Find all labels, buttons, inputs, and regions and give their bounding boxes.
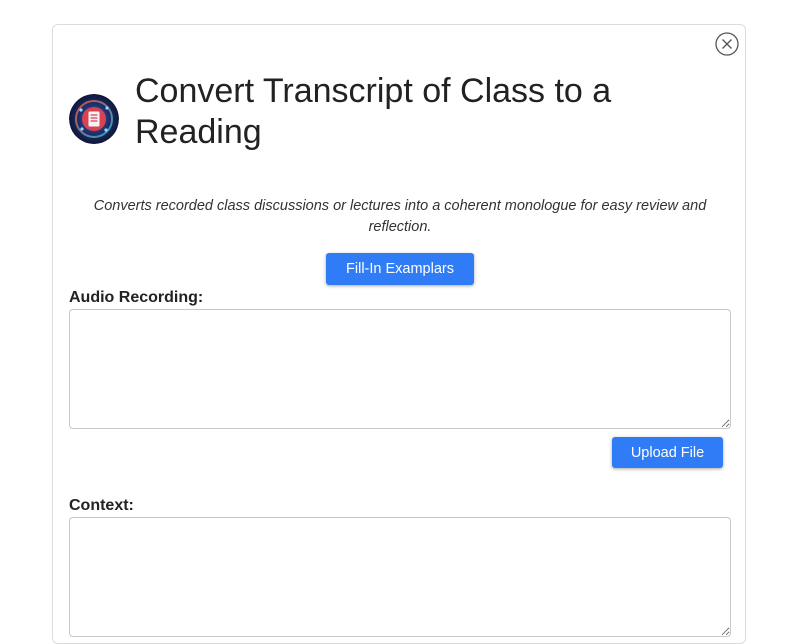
audio-recording-label: Audio Recording: — [69, 289, 204, 306]
close-icon[interactable] — [715, 32, 739, 56]
context-field[interactable] — [69, 517, 731, 637]
page-title: Convert Transcript of Class to a Reading — [135, 72, 612, 151]
audio-recording-field[interactable] — [69, 309, 731, 429]
tool-card: Convert Transcript of Class to a Reading… — [52, 24, 746, 644]
app-logo-icon — [69, 94, 119, 144]
fill-in-examplars-button[interactable]: Fill-In Examplars — [326, 253, 474, 285]
page-description: Converts recorded class discussions or l… — [93, 198, 707, 235]
context-label: Context: — [69, 497, 134, 514]
upload-file-button[interactable]: Upload File — [612, 437, 723, 468]
